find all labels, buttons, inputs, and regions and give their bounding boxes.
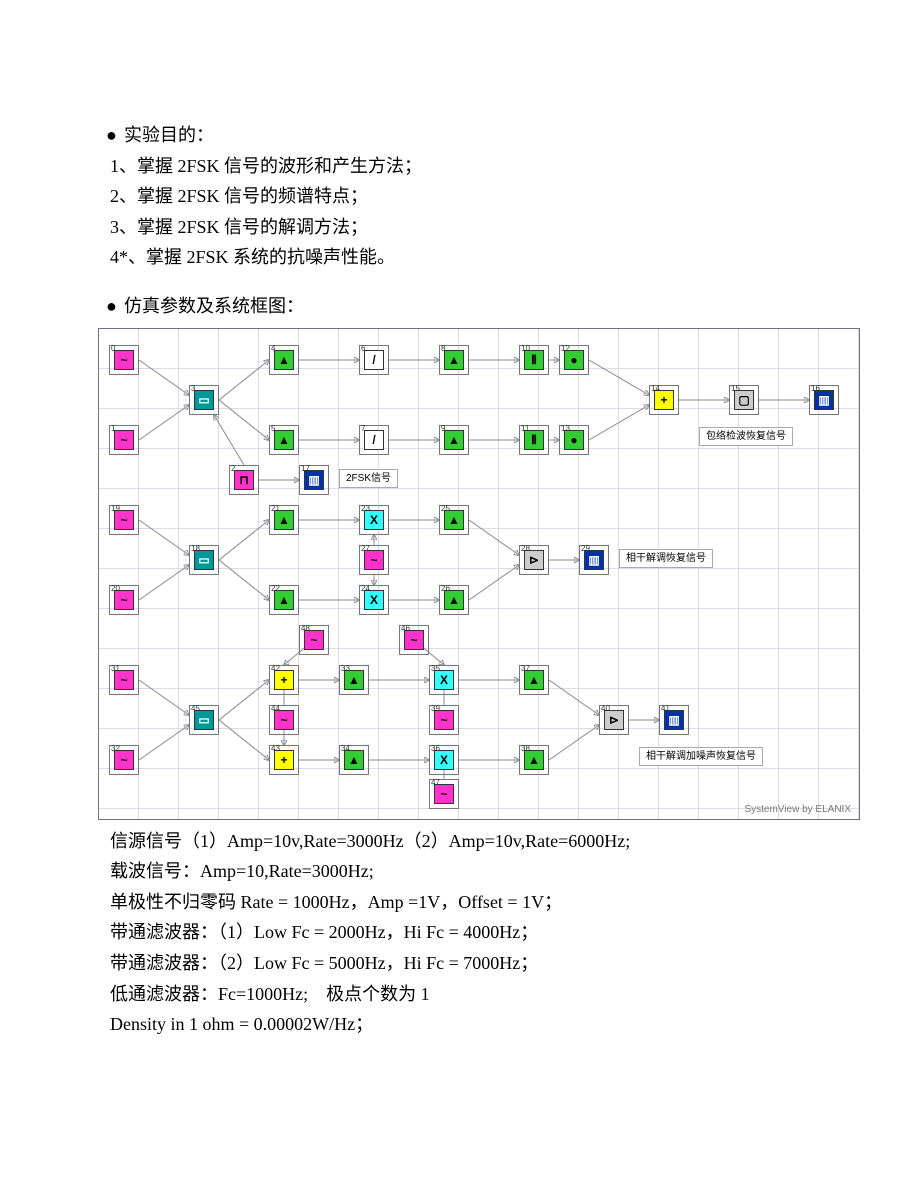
block-34[interactable]: 34▲ [339,745,369,775]
param-3: 单极性不归零码 Rate = 1000Hz，Amp =1V，Offset = 1… [110,887,810,918]
block-19[interactable]: 19~ [109,505,139,535]
block-6[interactable]: 6/ [359,345,389,375]
block-18[interactable]: 18▭ [189,545,219,575]
block-16[interactable]: 16▥ [809,385,839,415]
block-46[interactable]: 46~ [399,625,429,655]
block-7[interactable]: 7/ [359,425,389,455]
block-12[interactable]: 12● [559,345,589,375]
objective-4: 4*、掌握 2FSK 系统的抗噪声性能。 [110,242,810,273]
block-48[interactable]: 48~ [299,625,329,655]
block-28[interactable]: 28⊳ [519,545,549,575]
label-envelope: 包络检波恢复信号 [699,427,793,446]
block-4[interactable]: 4▲ [269,345,299,375]
block-11[interactable]: 11⦀ [519,425,549,455]
block-44[interactable]: 44~ [269,705,299,735]
block-14[interactable]: 14+ [649,385,679,415]
block-47[interactable]: 47~ [429,779,459,809]
block-32[interactable]: 32~ [109,745,139,775]
section-objectives-heading: 实验目的： [110,120,810,151]
objective-1: 1、掌握 2FSK 信号的波形和产生方法； [110,151,810,182]
block-39[interactable]: 39~ [429,705,459,735]
block-5[interactable]: 5▲ [269,425,299,455]
block-13[interactable]: 13● [559,425,589,455]
block-23[interactable]: 23X [359,505,389,535]
objective-3: 3、掌握 2FSK 信号的解调方法； [110,212,810,243]
param-5: 带通滤波器：（2）Low Fc = 5000Hz，Hi Fc = 7000Hz； [110,948,810,979]
param-7: Density in 1 ohm = 0.00002W/Hz； [110,1009,810,1040]
block-3[interactable]: 3▭ [189,385,219,415]
block-45[interactable]: 45▭ [189,705,219,735]
block-26[interactable]: 26▲ [439,585,469,615]
block-21[interactable]: 21▲ [269,505,299,535]
block-9[interactable]: 9▲ [439,425,469,455]
block-1[interactable]: 1~ [109,425,139,455]
block-8[interactable]: 8▲ [439,345,469,375]
block-0[interactable]: 0~ [109,345,139,375]
block-22[interactable]: 22▲ [269,585,299,615]
block-20[interactable]: 20~ [109,585,139,615]
label-coherent-noise: 相干解调加噪声恢复信号 [639,747,763,766]
param-1: 信源信号（1）Amp=10v,Rate=3000Hz（2）Amp=10v,Rat… [110,826,810,857]
block-24[interactable]: 24X [359,585,389,615]
page: 实验目的： 1、掌握 2FSK 信号的波形和产生方法； 2、掌握 2FSK 信号… [0,0,920,1191]
block-43[interactable]: 43+ [269,745,299,775]
block-15[interactable]: 15▢ [729,385,759,415]
block-2[interactable]: 2⊓ [229,465,259,495]
section-diagram-heading: 仿真参数及系统框图： [110,291,810,322]
block-31[interactable]: 31~ [109,665,139,695]
block-41[interactable]: 41▥ [659,705,689,735]
block-33[interactable]: 33▲ [339,665,369,695]
block-36[interactable]: 36X [429,745,459,775]
param-4: 带通滤波器：（1）Low Fc = 2000Hz，Hi Fc = 4000Hz； [110,917,810,948]
param-2: 载波信号：Amp=10,Rate=3000Hz; [110,856,810,887]
block-40[interactable]: 40⊳ [599,705,629,735]
block-42[interactable]: 42+ [269,665,299,695]
brand-text: SystemView by ELANIX [744,804,851,815]
block-37[interactable]: 37▲ [519,665,549,695]
objective-2: 2、掌握 2FSK 信号的频谱特点； [110,181,810,212]
block-17[interactable]: 17▥ [299,465,329,495]
block-35[interactable]: 35X [429,665,459,695]
block-diagram: 2FSK信号 包络检波恢复信号 相干解调恢复信号 相干解调加噪声恢复信号 Sys… [98,328,860,820]
block-25[interactable]: 25▲ [439,505,469,535]
label-coherent: 相干解调恢复信号 [619,549,713,568]
param-6: 低通滤波器：Fc=1000Hz; 极点个数为 1 [110,979,810,1010]
block-27[interactable]: 27~ [359,545,389,575]
block-38[interactable]: 38▲ [519,745,549,775]
block-10[interactable]: 10⦀ [519,345,549,375]
label-2fsk: 2FSK信号 [339,469,398,488]
block-29[interactable]: 29▥ [579,545,609,575]
